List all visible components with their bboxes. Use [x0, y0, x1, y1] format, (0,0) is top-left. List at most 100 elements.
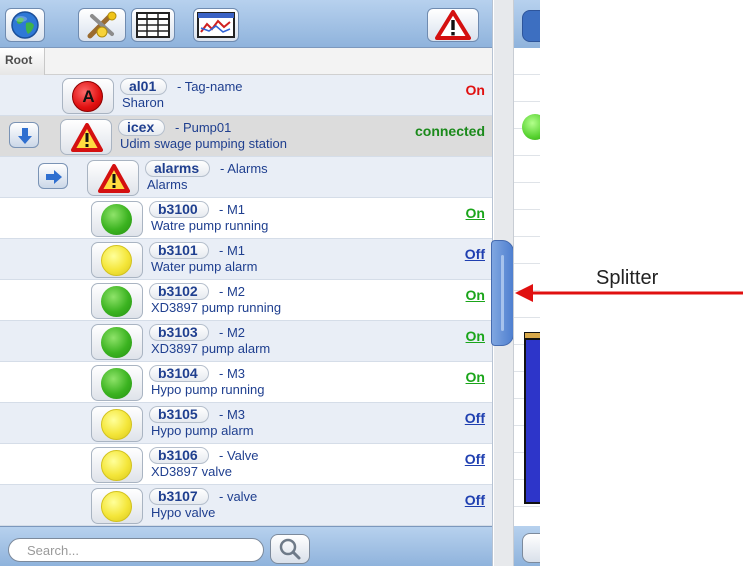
yellow-lamp-icon — [101, 450, 132, 481]
tag-description: Alarms — [147, 177, 188, 192]
toolbar — [0, 0, 492, 48]
globe-button[interactable] — [5, 8, 45, 42]
tag-value: On — [465, 82, 485, 98]
table-icon — [136, 12, 170, 38]
warning-icon — [71, 123, 103, 152]
green-lamp-icon — [101, 368, 132, 399]
tag-id[interactable]: b3103 — [149, 324, 209, 341]
tag-row[interactable]: icex - Pump01 Udim swage pumping station co… — [0, 116, 492, 157]
splitter-annotation-label: Splitter — [596, 267, 659, 289]
tag-name: - Valve — [219, 448, 259, 463]
status-indicator — [60, 119, 112, 155]
tag-row[interactable]: b3101 - M1 Water pump alarm Off — [0, 239, 492, 280]
tag-row[interactable]: b3103 - M2 XD3897 pump alarm On — [0, 321, 492, 362]
status-indicator — [91, 447, 143, 483]
tools-button[interactable] — [78, 8, 126, 42]
tag-row[interactable]: Aal01 - Tag-name Sharon On — [0, 75, 492, 116]
tag-id[interactable]: b3102 — [149, 283, 209, 300]
yellow-lamp-icon — [101, 245, 132, 276]
yellow-lamp-icon — [101, 409, 132, 440]
tag-value[interactable]: On — [466, 205, 485, 221]
tag-value[interactable]: On — [466, 328, 485, 344]
tag-id[interactable]: b3101 — [149, 242, 209, 259]
tag-value[interactable]: Off — [465, 246, 485, 262]
tag-value: connected — [414, 123, 485, 139]
green-lamp-icon — [101, 204, 132, 235]
tank-level-graphic — [524, 338, 540, 504]
drill-in-button[interactable] — [38, 163, 68, 189]
green-lamp-icon — [101, 327, 132, 358]
tag-value[interactable]: On — [466, 369, 485, 385]
expand-down-button[interactable] — [9, 122, 39, 148]
tag-description: Udim swage pumping station — [120, 136, 287, 151]
tag-name: - M3 — [219, 366, 245, 381]
status-indicator: A — [62, 78, 114, 114]
tag-description: XD3897 pump alarm — [151, 341, 271, 356]
tag-name: - M2 — [219, 284, 245, 299]
search-icon — [279, 538, 301, 560]
tag-id[interactable]: b3107 — [149, 488, 209, 505]
status-indicator — [91, 242, 143, 278]
tag-id[interactable]: alarms — [145, 160, 211, 177]
tag-description: Sharon — [122, 95, 164, 110]
status-indicator — [91, 201, 143, 237]
tag-browser-panel: Root Aal01 - Tag-name Sharon On icex - Pump01… — [0, 0, 493, 566]
arrow-down-icon — [18, 128, 32, 144]
tag-list: Aal01 - Tag-name Sharon On icex - Pump01 Udim … — [0, 75, 492, 526]
tag-name: - M3 — [219, 407, 245, 422]
alarm-lamp-icon: A — [72, 81, 103, 112]
tag-description: Hypo pump alarm — [151, 423, 254, 438]
search-input[interactable] — [8, 538, 264, 562]
right-bottom-bar — [514, 526, 540, 566]
search-button[interactable] — [270, 534, 310, 564]
tag-name: - M1 — [219, 243, 245, 258]
tag-row[interactable]: b3105 - M3 Hypo pump alarm Off — [0, 403, 492, 444]
splitter-handle[interactable] — [491, 240, 514, 346]
status-indicator — [91, 488, 143, 524]
trend-chart-button[interactable] — [193, 8, 239, 42]
tag-row[interactable]: b3104 - M3 Hypo pump running On — [0, 362, 492, 403]
table-button[interactable] — [131, 8, 175, 42]
tag-name: - M1 — [219, 202, 245, 217]
tag-value[interactable]: Off — [465, 410, 485, 426]
tag-description: XD3897 valve — [151, 464, 232, 479]
tag-value[interactable]: Off — [465, 492, 485, 508]
tag-id[interactable]: al01 — [120, 78, 168, 95]
tag-row[interactable]: b3106 - Valve XD3897 valve Off — [0, 444, 492, 485]
right-toolbar-button[interactable] — [522, 10, 540, 42]
bottom-bar — [0, 526, 492, 566]
tools-icon — [87, 11, 117, 39]
tag-description: XD3897 pump running — [151, 300, 282, 315]
tag-description: Water pump alarm — [151, 259, 258, 274]
tag-row[interactable]: b3102 - M2 XD3897 pump running On — [0, 280, 492, 321]
tag-value[interactable]: On — [466, 287, 485, 303]
tag-id[interactable]: b3104 — [149, 365, 209, 382]
tag-name: - valve — [219, 489, 258, 504]
right-bottom-button[interactable] — [522, 533, 540, 563]
right-toolbar — [514, 0, 540, 48]
tag-description: Hypo pump running — [151, 382, 265, 397]
tag-id[interactable]: icex — [118, 119, 166, 136]
green-lamp-icon — [101, 286, 132, 317]
status-indicator — [91, 406, 143, 442]
status-indicator — [91, 324, 143, 360]
tag-name: - Alarms — [220, 161, 268, 176]
lamp-letter: A — [82, 87, 95, 106]
tag-id[interactable]: b3105 — [149, 406, 209, 423]
chart-icon — [197, 12, 235, 38]
tag-row[interactable]: b3100 - M1 Watre pump running On — [0, 198, 492, 239]
status-indicator — [87, 160, 139, 196]
tag-row[interactable]: b3107 - valve Hypo valve Off — [0, 485, 492, 526]
tag-id[interactable]: b3106 — [149, 447, 209, 464]
yellow-lamp-icon — [101, 491, 132, 522]
tag-row[interactable]: alarms - Alarms Alarms — [0, 157, 492, 198]
breadcrumb-root[interactable]: Root — [0, 48, 46, 75]
tag-name: - Tag-name — [177, 79, 243, 94]
globe-icon — [11, 11, 39, 39]
arrow-right-icon — [46, 170, 62, 184]
warning-icon — [98, 164, 130, 193]
tag-value[interactable]: Off — [465, 451, 485, 467]
status-indicator — [91, 365, 143, 401]
alarms-button[interactable] — [427, 8, 479, 42]
tag-id[interactable]: b3100 — [149, 201, 209, 218]
